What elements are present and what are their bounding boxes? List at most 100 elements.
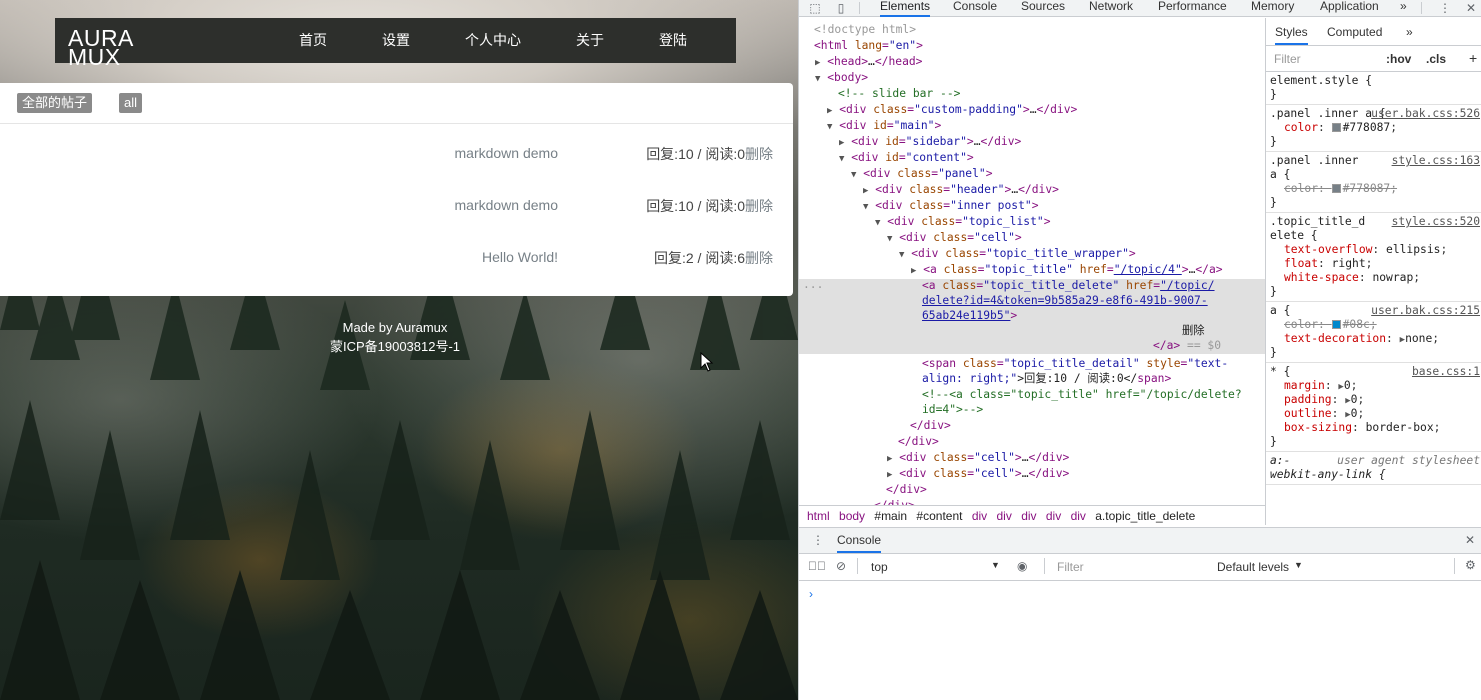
dom-node[interactable]: ▶ <div class="cell">…</div> (799, 466, 1265, 482)
tab-styles[interactable]: Styles (1275, 25, 1308, 45)
hov-toggle[interactable]: :hov (1386, 52, 1411, 66)
tab-all[interactable]: all (119, 93, 143, 113)
dom-node[interactable]: ▶ <div id="sidebar">…</div> (799, 134, 1265, 150)
nav-link-settings[interactable]: 设置 (382, 18, 410, 63)
sidebar-toggle-icon[interactable]: ▶⃞ (808, 559, 826, 573)
dom-node[interactable]: ▼ <body> (799, 70, 1265, 86)
topic-delete-link[interactable]: 删除 (745, 196, 773, 216)
drawer-menu-icon[interactable]: ⋮ (812, 533, 824, 547)
console-filter-input[interactable]: Filter (1057, 560, 1084, 574)
crumb-div[interactable]: div (994, 506, 1015, 526)
style-declaration[interactable]: margin: ▶0; (1270, 379, 1478, 393)
crumb-div[interactable]: div (1018, 506, 1039, 526)
chevron-down-icon[interactable]: ▼ (1294, 560, 1303, 570)
nav-link-home[interactable]: 首页 (299, 18, 327, 63)
nav-link-login[interactable]: 登陆 (659, 18, 687, 63)
dom-node[interactable]: ▼ <div class="topic_title_wrapper"> (799, 246, 1265, 262)
dom-node[interactable]: ▶ <div class="custom-padding">…</div> (799, 102, 1265, 118)
chevron-down-icon[interactable]: ▼ (991, 560, 1000, 570)
console-settings-gear-icon[interactable]: ⚙ (1465, 558, 1476, 572)
inspect-element-icon[interactable]: ⬚ (805, 0, 825, 16)
crumb-main[interactable]: #main (871, 506, 910, 526)
crumb-div[interactable]: div (1068, 506, 1089, 526)
dom-node[interactable]: ▼ <div id="content"> (799, 150, 1265, 166)
crumb-div[interactable]: div (1043, 506, 1064, 526)
dom-node[interactable]: ▼ <div class="panel"> (799, 166, 1265, 182)
rule-source-link[interactable]: style.css:520 (1392, 215, 1480, 229)
device-toolbar-icon[interactable]: ▯ (831, 0, 851, 16)
color-swatch[interactable] (1331, 184, 1341, 193)
tab-computed[interactable]: Computed (1327, 25, 1382, 39)
topic-delete-link[interactable]: 删除 (745, 248, 773, 268)
style-declaration-overridden[interactable]: color: #08c; (1270, 318, 1478, 332)
console-prompt-chevron-icon[interactable]: › (809, 587, 813, 601)
tab-application[interactable]: Application (1320, 0, 1379, 17)
dom-comment[interactable]: <!--<a class="topic_title" href="/topic/… (799, 387, 1265, 403)
more-tabs-button[interactable]: » (1400, 0, 1407, 17)
styles-more-button[interactable]: » (1406, 25, 1413, 39)
dom-node[interactable]: ▶ <div class="cell">…</div> (799, 450, 1265, 466)
close-icon[interactable]: ✕ (1461, 0, 1481, 16)
dom-node[interactable]: <html lang="en"> (799, 38, 1265, 54)
context-selector[interactable]: top (871, 560, 888, 574)
rule-source-link[interactable]: base.css:1 (1412, 365, 1480, 379)
style-declaration[interactable]: color: #778087; (1270, 121, 1478, 135)
close-drawer-icon[interactable]: ✕ (1465, 533, 1475, 547)
color-swatch[interactable] (1331, 320, 1341, 329)
dom-node[interactable]: ▶ <a class="topic_title" href="/topic/4"… (799, 262, 1265, 278)
tab-elements[interactable]: Elements (880, 0, 931, 17)
crumb-body[interactable]: body (836, 506, 868, 526)
style-declaration[interactable]: padding: ▶0; (1270, 393, 1478, 407)
dom-node[interactable]: ▼ <div class="cell"> (799, 230, 1265, 246)
dom-node[interactable]: ▶ <head>…</head> (799, 54, 1265, 70)
dom-node[interactable]: <span class="topic_title_detail" style="… (799, 356, 1265, 372)
rule-source-link[interactable]: style.css:163 (1392, 154, 1480, 168)
dom-node[interactable]: ▶ <div class="header">…</div> (799, 182, 1265, 198)
rule-source-link[interactable]: user.bak.css:526 (1371, 107, 1480, 121)
dom-node-selected-cont: 65ab24e119b5"> (922, 309, 1018, 322)
dom-node-selected[interactable]: <a class="topic_title_delete" href="/top… (799, 278, 1265, 294)
log-levels-dropdown[interactable]: Default levels (1217, 560, 1289, 574)
styles-filter-input[interactable]: Filter (1274, 52, 1301, 66)
footer-icp[interactable]: 蒙ICP备19003812号-1 (0, 337, 790, 356)
dom-node[interactable]: ▼ <div class="topic_list"> (799, 214, 1265, 230)
clear-console-icon[interactable]: ⊘ (836, 559, 846, 573)
style-declaration[interactable]: box-sizing: border-box; (1270, 421, 1478, 435)
crumb-div[interactable]: div (969, 506, 990, 526)
tab-all-posts[interactable]: 全部的帖子 (17, 93, 93, 113)
style-declaration[interactable]: white-space: nowrap; (1270, 271, 1478, 285)
style-declaration[interactable]: text-decoration: ▶none; (1270, 332, 1478, 346)
dom-node[interactable]: ▼ <div id="main"> (799, 118, 1265, 134)
crumb-html[interactable]: html (804, 506, 833, 526)
nav-link-about[interactable]: 关于 (576, 18, 604, 63)
site-logo[interactable]: AURA MUX (68, 27, 134, 69)
topic-title[interactable]: markdown demo (455, 197, 559, 213)
tab-console[interactable]: Console (953, 0, 997, 17)
live-expression-eye-icon[interactable]: ◉ (1017, 559, 1027, 573)
dom-comment[interactable]: <!-- slide bar --> (799, 86, 1265, 102)
rule-source-label: user agent stylesheet (1337, 454, 1480, 467)
separator (857, 558, 858, 574)
dom-node[interactable]: ▼ <div class="inner post"> (799, 198, 1265, 214)
style-declaration[interactable]: text-overflow: ellipsis; (1270, 243, 1478, 257)
style-declaration-overridden[interactable]: color: #778087; (1270, 182, 1478, 196)
crumb-content[interactable]: #content (913, 506, 965, 526)
tab-performance[interactable]: Performance (1158, 0, 1227, 17)
crumb-selected[interactable]: a.topic_title_delete (1092, 506, 1198, 526)
dom-doctype[interactable]: <!doctype html> (799, 22, 1265, 38)
drawer-tab-console[interactable]: Console (837, 533, 882, 553)
new-rule-button[interactable]: + (1469, 50, 1477, 66)
cls-toggle[interactable]: .cls (1426, 52, 1446, 66)
style-declaration[interactable]: outline: ▶0; (1270, 407, 1478, 421)
tab-network[interactable]: Network (1089, 0, 1133, 17)
tab-sources[interactable]: Sources (1021, 0, 1065, 17)
topic-delete-link[interactable]: 删除 (745, 144, 773, 164)
rule-source-link[interactable]: user.bak.css:215 (1371, 304, 1480, 318)
kebab-menu-icon[interactable]: ⋮ (1435, 0, 1455, 16)
topic-title[interactable]: Hello World! (482, 249, 558, 265)
color-swatch[interactable] (1331, 123, 1341, 132)
topic-title[interactable]: markdown demo (455, 145, 559, 161)
tab-memory[interactable]: Memory (1251, 0, 1294, 17)
style-declaration[interactable]: float: right; (1270, 257, 1478, 271)
nav-link-profile[interactable]: 个人中心 (465, 18, 521, 63)
